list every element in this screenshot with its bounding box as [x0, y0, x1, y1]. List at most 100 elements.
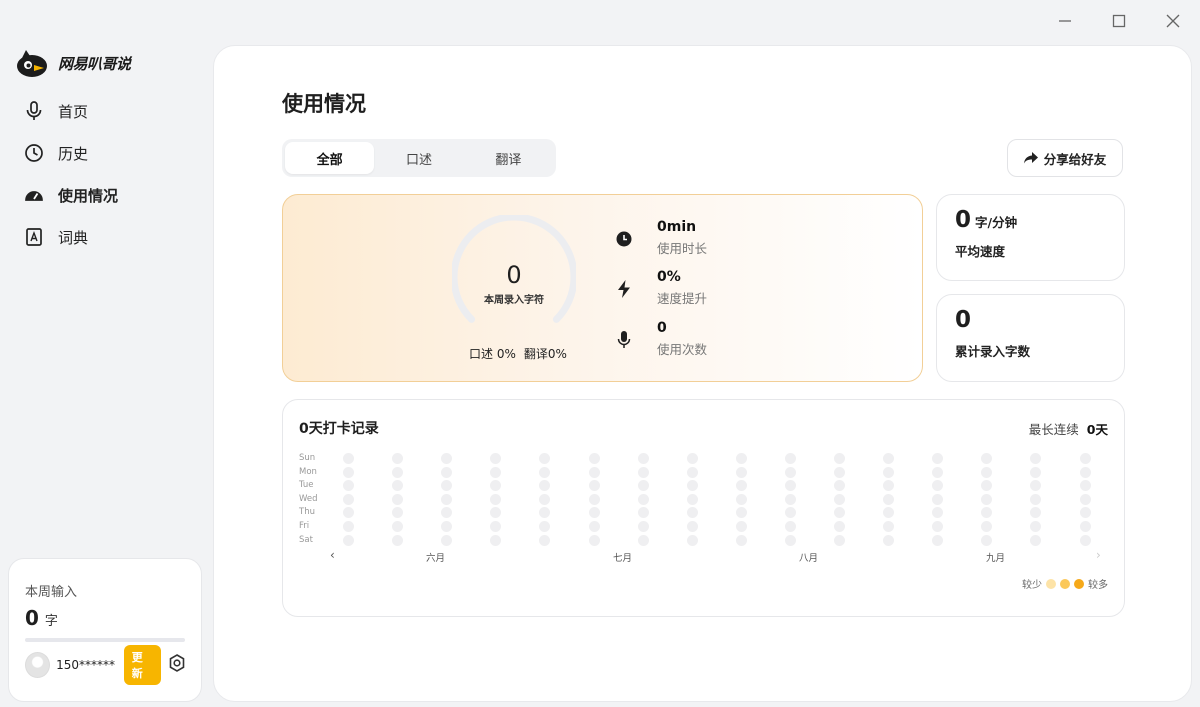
lightning-icon: [613, 278, 635, 300]
checkin-day-cell: [441, 466, 453, 478]
checkin-legend: 较少 较多: [1022, 576, 1108, 591]
checkin-day-cell: [490, 521, 502, 532]
checkin-day-cell: [539, 453, 551, 464]
checkin-day-cell: [441, 507, 453, 519]
tab-all[interactable]: 全部: [285, 142, 375, 174]
maximize-icon[interactable]: [1106, 8, 1132, 34]
share-button[interactable]: 分享给好友: [1007, 139, 1123, 177]
checkin-day-cell: [392, 480, 404, 492]
clock-icon: [24, 143, 44, 163]
dictation-percent: 口述 0%: [469, 347, 516, 361]
checkin-day-cell: [441, 521, 453, 532]
sidebar-item-dictionary[interactable]: 词典: [0, 216, 212, 258]
checkin-day-cell: [883, 453, 895, 464]
checkin-day-cell: [834, 453, 845, 464]
month-label: 九月: [986, 553, 1006, 564]
checkin-day-cell: [490, 453, 502, 464]
checkin-day-cell: [392, 453, 404, 464]
checkin-day-cell: [784, 466, 796, 478]
average-speed-card: 0 字/分钟 平均速度: [936, 194, 1125, 281]
checkin-day-cell: [686, 507, 698, 519]
month-label: 七月: [613, 553, 633, 564]
checkin-day-cell: [392, 507, 404, 519]
checkin-day-cell: [784, 534, 796, 546]
chevron-left-icon[interactable]: ‹: [330, 548, 335, 562]
month-label: 八月: [799, 553, 819, 564]
checkin-day-cell: [539, 493, 551, 505]
checkin-day-cell: [834, 480, 845, 492]
tab-dictation[interactable]: 口述: [374, 142, 463, 174]
chevron-right-icon[interactable]: ›: [1096, 548, 1101, 562]
checkin-day-cell: [883, 507, 895, 519]
weekday-label: Thu: [299, 507, 315, 518]
checkin-day-cell: [588, 453, 600, 464]
close-icon[interactable]: [1160, 8, 1186, 34]
checkin-day-cell: [686, 521, 698, 532]
checkin-day-cell: [539, 521, 551, 532]
checkin-day-cell: [343, 493, 354, 505]
metric-count: 0 使用次数: [613, 320, 707, 358]
checkin-day-cell: [883, 534, 895, 546]
metric-value: 0min: [657, 219, 697, 235]
share-label: 分享给好友: [1043, 151, 1107, 167]
metric-label: 速度提升: [657, 291, 708, 306]
checkin-day-cell: [834, 521, 845, 532]
update-button[interactable]: 更新: [123, 645, 161, 685]
checkin-title: 0天打卡记录: [299, 421, 379, 437]
checkin-day-cell: [981, 507, 993, 519]
minimize-icon[interactable]: [1052, 8, 1078, 34]
dictionary-icon: [24, 227, 44, 247]
checkin-day-cell: [834, 493, 845, 505]
sidebar-item-home[interactable]: 首页: [0, 90, 212, 132]
user-phone: 150******: [56, 658, 116, 672]
checkin-day-cell: [1030, 453, 1042, 464]
checkin-day-cell: [735, 507, 747, 519]
page-title: 使用情况: [282, 92, 366, 116]
sidebar-item-label: 使用情况: [58, 186, 119, 205]
checkin-day-cell: [441, 534, 453, 546]
checkin-day-cell: [1079, 453, 1091, 464]
brand[interactable]: 网易叭哥说: [16, 48, 131, 78]
checkin-day-cell: [637, 534, 649, 546]
checkin-day-cell: [686, 493, 698, 505]
legend-less-label: 较少: [1022, 580, 1042, 591]
checkin-day-cell: [735, 466, 747, 478]
main-panel: 使用情况 全部 口述 翻译 分享给好友 0 本周录入字符 口述 0% 翻译0% …: [213, 45, 1192, 702]
checkin-day-cell: [686, 453, 698, 464]
tab-translation[interactable]: 翻译: [464, 142, 553, 174]
weekly-chars-value: 0: [506, 261, 522, 289]
checkin-day-cell: [981, 534, 993, 546]
checkin-day-cell: [1030, 507, 1042, 519]
weekly-input-value: 0: [25, 606, 39, 630]
avatar[interactable]: [25, 652, 51, 678]
checkin-day-cell: [343, 466, 354, 478]
sidebar-item-label: 历史: [58, 144, 89, 163]
checkin-day-cell: [1030, 493, 1042, 505]
metric-value: 0: [657, 320, 667, 336]
checkin-day-cell: [1079, 507, 1091, 519]
month-label: 六月: [426, 553, 446, 564]
checkin-day-cell: [686, 480, 698, 492]
sidebar-item-usage[interactable]: 使用情况: [0, 174, 212, 216]
clock-icon: [613, 228, 635, 250]
sidebar-item-label: 词典: [58, 228, 89, 247]
checkin-day-cell: [1079, 466, 1091, 478]
longest-streak: 最长连续 0天: [1029, 419, 1108, 438]
checkin-day-cell: [392, 466, 404, 478]
stats-card: 0 本周录入字符 口述 0% 翻译0% 0min 使用时长 0% 速度提升 0 …: [282, 194, 923, 382]
checkin-day-cell: [735, 534, 747, 546]
weekly-input-card: 本周输入 0 字 150****** 更新: [8, 558, 202, 702]
settings-icon[interactable]: [167, 653, 187, 677]
checkin-day-cell: [784, 493, 796, 505]
sidebar: 网易叭哥说 首页 历史 使用情况 词典 本周输入 0 字 150****** 更…: [0, 0, 212, 707]
checkin-day-cell: [588, 466, 600, 478]
checkin-day-cell: [441, 493, 453, 505]
cumulative-chars-label: 累计录入字数: [955, 344, 1031, 359]
weekday-label: Wed: [299, 493, 318, 504]
sidebar-item-history[interactable]: 历史: [0, 132, 212, 174]
checkin-day-cell: [981, 521, 993, 532]
checkin-day-cell: [834, 534, 845, 546]
checkin-day-cell: [883, 480, 895, 492]
checkin-day-cell: [490, 480, 502, 492]
weekly-chars-label: 本周录入字符: [484, 295, 544, 306]
